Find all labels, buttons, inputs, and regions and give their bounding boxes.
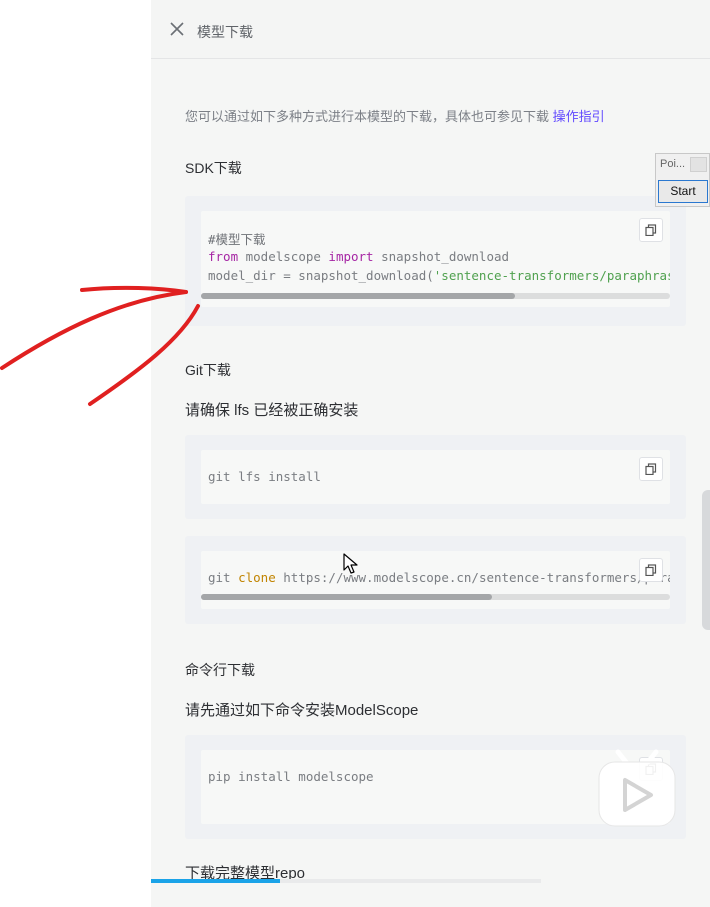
cmd-clone: clone — [238, 570, 276, 585]
floating-window-control[interactable] — [690, 157, 707, 172]
kw-import: import — [328, 249, 374, 264]
floating-window-title: Poi... — [660, 158, 686, 170]
floating-window: Poi... Start — [655, 153, 710, 207]
code-comment: #模型下载 — [208, 232, 266, 247]
code-line-call: model_dir = snapshot_download('sentence-… — [208, 268, 670, 283]
code-function: snapshot_download — [373, 249, 510, 264]
bilibili-play-icon[interactable] — [596, 748, 678, 828]
sdk-section-title: SDK下载 — [185, 160, 242, 176]
drawer-title: 模型下载 — [197, 24, 253, 40]
lfs-code-area: git lfs install — [201, 450, 670, 504]
sdk-scrollbar-thumb[interactable] — [201, 293, 516, 299]
sdk-copy-button[interactable] — [639, 218, 663, 242]
clone-code-area: git clone https://www.modelscope.cn/sent… — [201, 551, 670, 609]
sdk-code-area: #模型下载 from modelscope import snapshot_do… — [201, 211, 670, 307]
clone-command: git clone https://www.modelscope.cn/sent… — [208, 570, 670, 585]
close-icon — [170, 22, 184, 36]
cli-subtitle: 请先通过如下命令安装ModelScope — [185, 702, 419, 719]
copy-icon — [645, 224, 657, 236]
code-module: modelscope — [238, 249, 329, 264]
copy-icon — [645, 564, 657, 576]
mouse-cursor-icon — [343, 553, 358, 574]
side-handle[interactable] — [702, 490, 710, 630]
code-call: model_dir = snapshot_download( — [208, 268, 434, 283]
guide-link[interactable]: 操作指引 — [553, 109, 605, 124]
git-subtitle: 请确保 lfs 已经被正确安装 — [185, 402, 359, 419]
sdk-code-block: #模型下载 from modelscope import snapshot_do… — [185, 196, 686, 326]
lfs-code-block: git lfs install — [185, 435, 686, 519]
lfs-command: git lfs install — [208, 469, 321, 484]
copy-icon — [645, 463, 657, 475]
code-string: 'sentence-transformers/paraphras — [433, 268, 670, 283]
close-button[interactable] — [169, 21, 185, 37]
kw-from: from — [208, 249, 239, 264]
drawer-header: 模型下载 — [151, 0, 710, 59]
sdk-scrollbar[interactable] — [201, 293, 670, 299]
start-button[interactable]: Start — [658, 180, 708, 203]
clone-scrollbar-thumb[interactable] — [201, 594, 492, 600]
clone-code-block: git clone https://www.modelscope.cn/sent… — [185, 536, 686, 624]
intro-text: 您可以通过如下多种方式进行本模型的下载，具体也可参见下载 操作指引 — [185, 106, 605, 125]
code-line-import: from modelscope import snapshot_download — [208, 249, 509, 264]
pip-command: pip install modelscope — [208, 769, 374, 784]
cli-section-title: 命令行下载 — [185, 662, 255, 678]
clone-copy-button[interactable] — [639, 558, 663, 582]
clone-scrollbar[interactable] — [201, 594, 670, 600]
intro-body: 您可以通过如下多种方式进行本模型的下载，具体也可参见下载 — [185, 109, 553, 124]
cmd-git: git — [208, 570, 239, 585]
video-progress-bar[interactable] — [151, 879, 541, 883]
video-progress-fill — [151, 879, 280, 883]
git-section-title: Git下载 — [185, 362, 231, 378]
cmd-url: https://www.modelscope.cn/sentence-trans… — [275, 570, 670, 585]
lfs-copy-button[interactable] — [639, 457, 663, 481]
screen: 模型下载 您可以通过如下多种方式进行本模型的下载，具体也可参见下载 操作指引 S… — [0, 0, 710, 907]
